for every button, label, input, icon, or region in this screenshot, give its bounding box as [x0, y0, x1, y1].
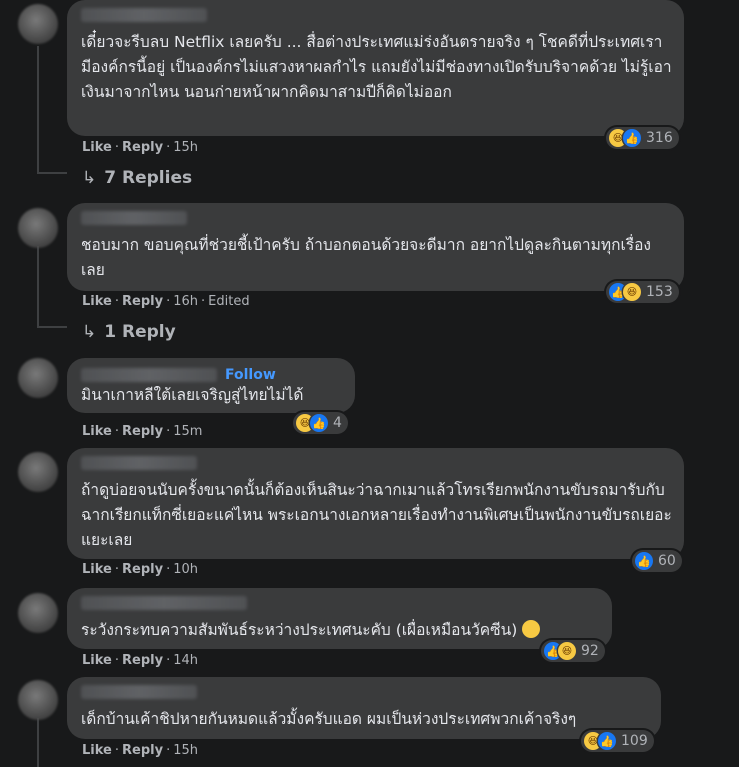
reply-button[interactable]: Reply [122, 562, 163, 577]
like-button[interactable]: Like [82, 140, 112, 155]
like-icon: 👍 [635, 552, 653, 570]
reactions-summary[interactable]: 👍 😆 153 [606, 281, 679, 303]
like-icon: 👍 [623, 129, 641, 147]
comment-text: เด็กบ้านเค้าชิปหายกันหมดแล้วมั้งครับแอด … [81, 710, 577, 728]
like-icon: 👍 [598, 732, 616, 750]
comment-actions: Like · Reply · 14h [82, 653, 198, 668]
view-replies-link[interactable]: ↳ 7 Replies [82, 168, 192, 188]
sweat-smile-emoji [522, 620, 541, 638]
reaction-count: 153 [646, 284, 673, 300]
avatar[interactable] [18, 452, 58, 492]
comment-actions: Like · Reply · 16h · Edited [82, 294, 250, 309]
thread-line [37, 718, 39, 767]
comment-bubble: Follow มินาเกาหลีใต้เลยเจริญสู่ไทยไม่ได้ [67, 358, 355, 413]
timestamp[interactable]: 16h [173, 294, 198, 309]
comment-text: มินาเกาหลีใต้เลยเจริญสู่ไทยไม่ได้ [81, 386, 304, 404]
comment-actions: Like · Reply · 15m [82, 424, 203, 439]
like-button[interactable]: Like [82, 743, 112, 758]
reply-arrow-icon: ↳ [82, 168, 97, 188]
follow-button[interactable]: Follow [225, 367, 276, 383]
view-replies-link[interactable]: ↳ 1 Reply [82, 322, 176, 342]
thread-line [37, 172, 67, 174]
reply-button[interactable]: Reply [122, 424, 163, 439]
reaction-count: 60 [658, 553, 676, 569]
timestamp[interactable]: 15h [173, 140, 198, 155]
edited-label[interactable]: Edited [208, 294, 249, 309]
commenter-name[interactable] [81, 596, 247, 610]
comment-text: ถ้าดูบ่อยจนนับครั้งขนาดนั้นก็ต้องเห็นสิน… [81, 481, 672, 549]
reactions-summary[interactable]: 😆 👍 4 [293, 412, 348, 434]
timestamp[interactable]: 15h [173, 743, 198, 758]
avatar[interactable] [18, 4, 58, 44]
timestamp[interactable]: 10h [173, 562, 198, 577]
reaction-count: 92 [581, 643, 599, 659]
comment-text-row: ระวังกระทบความสัมพันธ์ระหว่างประเทศนะคับ… [81, 618, 600, 643]
timestamp[interactable]: 15m [173, 424, 202, 439]
haha-icon: 😆 [623, 283, 641, 301]
haha-icon: 😆 [558, 642, 576, 660]
commenter-name[interactable] [81, 211, 187, 225]
comment-text: ระวังกระทบความสัมพันธ์ระหว่างประเทศนะคับ… [81, 621, 518, 639]
like-icon: 👍 [310, 414, 328, 432]
reactions-summary[interactable]: 😆 👍 109 [581, 730, 654, 752]
comment-bubble: เด็กบ้านเค้าชิปหายกันหมดแล้วมั้งครับแอด … [67, 677, 661, 739]
commenter-name[interactable] [81, 368, 217, 382]
comment-actions: Like · Reply · 10h [82, 562, 198, 577]
avatar[interactable] [18, 593, 58, 633]
reply-button[interactable]: Reply [122, 653, 163, 668]
reaction-count: 109 [621, 733, 648, 749]
thread-line [37, 46, 39, 174]
reaction-count: 4 [333, 415, 342, 431]
comment-actions: Like · Reply · 15h [82, 140, 198, 155]
comment-actions: Like · Reply · 15h [82, 743, 198, 758]
reply-button[interactable]: Reply [122, 140, 163, 155]
comment-text: ชอบมาก ขอบคุณที่ช่วยชี้เป้าครับ ถ้าบอกตอ… [81, 236, 651, 279]
reactions-summary[interactable]: 👍 😆 92 [541, 640, 605, 662]
comment-text: เดี๋ยวจะรีบลบ Netflix เลยครับ ... สื่อต่… [81, 33, 672, 101]
comment-bubble: ระวังกระทบความสัมพันธ์ระหว่างประเทศนะคับ… [67, 588, 612, 649]
reply-arrow-icon: ↳ [82, 322, 97, 342]
reactions-summary[interactable]: 👍 60 [632, 550, 682, 572]
avatar[interactable] [18, 680, 58, 720]
commenter-name[interactable] [81, 8, 207, 22]
avatar[interactable] [18, 208, 58, 248]
timestamp[interactable]: 14h [173, 653, 198, 668]
thread-line [37, 326, 67, 328]
thread-line [37, 246, 39, 328]
like-button[interactable]: Like [82, 424, 112, 439]
reactions-summary[interactable]: 😆 👍 316 [606, 127, 679, 149]
like-button[interactable]: Like [82, 562, 112, 577]
reply-button[interactable]: Reply [122, 743, 163, 758]
commenter-name[interactable] [81, 685, 197, 699]
reaction-count: 316 [646, 130, 673, 146]
comment-bubble: เดี๋ยวจะรีบลบ Netflix เลยครับ ... สื่อต่… [67, 0, 684, 136]
avatar[interactable] [18, 358, 58, 398]
comment-bubble: ชอบมาก ขอบคุณที่ช่วยชี้เป้าครับ ถ้าบอกตอ… [67, 203, 684, 291]
comment-bubble: ถ้าดูบ่อยจนนับครั้งขนาดนั้นก็ต้องเห็นสิน… [67, 448, 684, 559]
like-button[interactable]: Like [82, 653, 112, 668]
reply-button[interactable]: Reply [122, 294, 163, 309]
like-button[interactable]: Like [82, 294, 112, 309]
commenter-name[interactable] [81, 456, 197, 470]
